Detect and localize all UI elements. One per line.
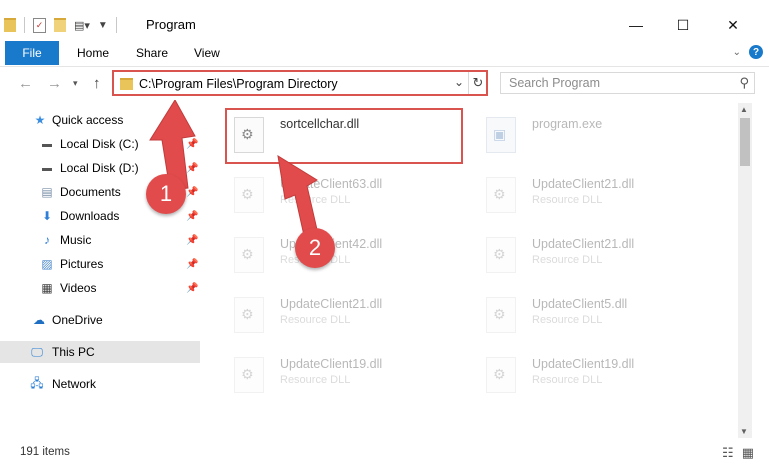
computer-icon: 🖵 <box>31 344 43 359</box>
file-type: Resource DLL <box>280 374 351 386</box>
minimize-icon: — <box>629 17 643 33</box>
recent-locations-icon[interactable]: ▾ <box>73 78 78 89</box>
file-type: Resource DLL <box>532 194 603 206</box>
maximize-icon: ☐ <box>676 16 690 33</box>
scrollbar-thumb[interactable] <box>740 118 750 166</box>
quick-access-toolbar: ✓ ▤▾ ▼ <box>4 14 117 36</box>
sidebar-item-onedrive[interactable]: ☁ OneDrive <box>0 309 200 331</box>
refresh-icon[interactable]: ↻ <box>468 72 487 94</box>
file-name: UpdateClient21.dll <box>280 297 383 311</box>
close-button[interactable]: ✕ <box>710 10 756 40</box>
sidebar-item-label: Videos <box>60 281 97 295</box>
file-name: UpdateClient21.dll <box>532 237 635 251</box>
exe-file-icon <box>486 117 516 153</box>
sidebar-item-label: OneDrive <box>52 313 103 327</box>
file-name: program.exe <box>532 117 603 131</box>
file-item[interactable]: UpdateClient21.dll Resource DLL <box>478 227 718 279</box>
sidebar-item-label: Downloads <box>60 209 120 223</box>
address-bar[interactable]: C:\Program Files\Program Directory ⌄ ↻ <box>112 70 488 96</box>
sidebar-item-label: This PC <box>52 345 95 359</box>
search-icon: ⚲ <box>739 75 749 90</box>
dll-file-icon <box>486 357 516 393</box>
sidebar-item-label: Quick access <box>52 113 124 127</box>
sidebar-item-label: Network <box>52 377 97 391</box>
ribbon-tabs: File Home Share View ⌄ ? <box>0 40 769 67</box>
sidebar-item-videos[interactable]: ▦ Videos 📌 <box>0 277 200 299</box>
file-item-program-exe[interactable]: program.exe <box>478 107 718 159</box>
sidebar-item-label: Local Disk (C:) <box>60 137 139 151</box>
file-name: UpdateClient19.dll <box>532 357 635 371</box>
tab-home[interactable]: Home <box>77 46 109 60</box>
up-icon[interactable]: ↑ <box>93 75 101 92</box>
folder-icon <box>120 78 133 90</box>
network-icon: 🖧 <box>30 375 44 390</box>
large-icons-view-icon[interactable]: ▦ <box>742 445 754 461</box>
maximize-button[interactable]: ☐ <box>660 10 706 40</box>
file-item[interactable]: UpdateClient21.dll Resource DLL <box>226 287 466 339</box>
forward-icon[interactable]: → <box>47 75 62 92</box>
file-name: UpdateClient19.dll <box>280 357 383 371</box>
search-input[interactable]: Search Program ⚲ <box>500 72 755 94</box>
star-icon: ★ <box>34 113 46 127</box>
properties-icon[interactable]: ✓ <box>33 17 46 33</box>
help-icon[interactable]: ? <box>749 45 763 59</box>
scroll-up-icon[interactable]: ▲ <box>740 105 748 114</box>
dll-file-icon <box>234 357 264 393</box>
tab-view[interactable]: View <box>194 46 220 60</box>
dll-file-icon <box>486 237 516 273</box>
documents-icon: ▤ <box>41 185 53 199</box>
file-name: UpdateClient21.dll <box>532 177 635 191</box>
window-title: Program <box>146 17 196 32</box>
minimize-button[interactable]: — <box>613 10 659 40</box>
sidebar-item-label: Pictures <box>60 257 104 271</box>
chevron-down-icon[interactable]: ⌄ <box>454 75 464 89</box>
folder-icon <box>4 18 16 32</box>
address-path: C:\Program Files\Program Directory <box>139 77 338 91</box>
scroll-down-icon[interactable]: ▼ <box>740 427 748 436</box>
disk-icon: ▬ <box>42 162 52 174</box>
tab-share[interactable]: Share <box>136 46 168 60</box>
sidebar-item-label: Documents <box>60 185 121 199</box>
callout-badge-2: 2 <box>295 228 335 268</box>
vertical-scrollbar[interactable]: ▲ ▼ <box>738 103 752 438</box>
disk-icon: ▬ <box>42 138 52 150</box>
title-bar: ✓ ▤▾ ▼ Program — ☐ ✕ <box>0 0 769 40</box>
navigation-bar: ← → ▾ ↑ C:\Program Files\Program Directo… <box>0 67 769 103</box>
videos-icon: ▦ <box>41 281 53 295</box>
file-item[interactable]: UpdateClient21.dll Resource DLL <box>478 167 718 219</box>
file-item[interactable]: UpdateClient19.dll Resource DLL <box>226 347 466 399</box>
file-item[interactable]: UpdateClient5.dll Resource DLL <box>478 287 718 339</box>
file-type: Resource DLL <box>532 254 603 266</box>
expand-ribbon-icon[interactable]: ⌄ <box>733 47 741 58</box>
file-name: UpdateClient5.dll <box>532 297 628 311</box>
pin-icon: 📌 <box>186 282 199 294</box>
back-icon[interactable]: ← <box>18 75 33 92</box>
callout-badge-1: 1 <box>146 174 186 214</box>
details-view-icon[interactable]: ☷ <box>722 445 734 461</box>
pictures-icon: ▨ <box>41 257 53 271</box>
file-type: Resource DLL <box>280 314 351 326</box>
sidebar-item-network[interactable]: 🖧 Network <box>0 373 200 395</box>
toolbar-dropdown-icon[interactable]: ▼ <box>98 20 108 31</box>
search-placeholder: Search Program <box>509 76 601 90</box>
file-type: Resource DLL <box>532 314 603 326</box>
dll-file-icon <box>486 297 516 333</box>
new-folder-icon[interactable] <box>54 18 66 32</box>
sidebar-item-label: Music <box>60 233 92 247</box>
music-icon: ♪ <box>44 233 50 247</box>
tab-file[interactable]: File <box>5 41 59 65</box>
sidebar-item-this-pc[interactable]: 🖵 This PC <box>0 341 200 363</box>
sidebar-item-label: Local Disk (D:) <box>60 161 139 175</box>
customize-toolbar-icon[interactable]: ▤▾ <box>74 19 90 32</box>
file-type: Resource DLL <box>532 374 603 386</box>
downloads-icon: ⬇ <box>41 209 53 223</box>
dll-file-icon <box>234 297 264 333</box>
explorer-window: ✓ ▤▾ ▼ Program — ☐ ✕ File Home Share Vie… <box>0 0 769 476</box>
item-count: 191 items <box>20 446 70 458</box>
cloud-icon: ☁ <box>33 313 45 327</box>
status-bar: 191 items ☷ ▦ <box>0 438 769 476</box>
dll-file-icon <box>486 177 516 213</box>
close-icon: ✕ <box>727 16 739 33</box>
file-item[interactable]: UpdateClient19.dll Resource DLL <box>478 347 718 399</box>
